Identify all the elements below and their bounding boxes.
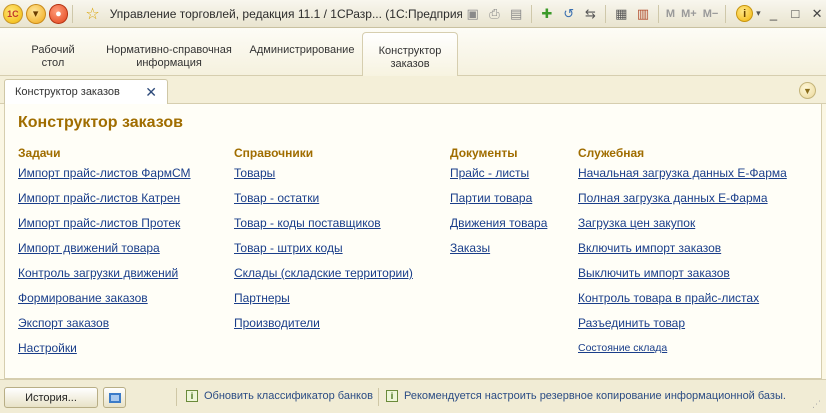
column-heading: Служебная [578,146,645,160]
section-label: Конструктор заказов [378,45,442,70]
section-administration[interactable]: Администрирование [246,32,358,57]
link-goods[interactable]: Товары [234,166,413,191]
column-heading: Справочники [234,146,314,160]
section-order-constructor[interactable]: Конструктор заказов [362,32,458,76]
calculator-icon[interactable]: ▦ [611,4,631,24]
link-disable-order-import[interactable]: Выключить импорт заказов [578,266,787,291]
windows-button[interactable] [103,387,126,408]
link-import-farmsm[interactable]: Импорт прайс-листов ФармСМ [18,166,191,191]
link-barcodes[interactable]: Товар - штрих коды [234,241,413,266]
stop-button[interactable]: ● [48,3,69,24]
link-manufacturers[interactable]: Производители [234,316,413,341]
page-title: Конструктор заказов [18,114,183,131]
link-batches[interactable]: Партии товара [450,191,547,216]
column-tasks: Задачи Импорт прайс-листов ФармСМ Импорт… [18,146,191,366]
info-icon: i [386,390,398,402]
link-warehouse-state[interactable]: Состояние склада [578,341,787,366]
save-icon[interactable]: ▣ [463,4,483,24]
section-label: Администрирование [249,44,355,56]
sections-panel: Рабочий стол Нормативно-справочная инфор… [0,28,826,76]
link-full-load[interactable]: Полная загрузка данных Е-Фарма [578,191,787,216]
tab-strip: Конструктор заказов ✕ ▼ [0,76,826,105]
collapse-panel-button[interactable]: ▼ [799,82,816,99]
link-orders[interactable]: Заказы [450,241,547,266]
caret-down-icon[interactable]: ▾ [756,8,761,19]
chevron-down-icon: ▼ [803,85,812,96]
status-message-banks[interactable]: i Обновить классификатор банков [186,390,373,402]
link-import-katren[interactable]: Импорт прайс-листов Катрен [18,191,191,216]
main-menu-button[interactable]: ▾ [25,3,46,24]
section-label: Нормативно-справочная информация [106,44,232,69]
section-desktop[interactable]: Рабочий стол [18,32,88,70]
info-icon: i [186,390,198,402]
link-settings[interactable]: Настройки [18,341,191,366]
status-message-text: Рекомендуется настроить резервное копиро… [404,390,786,402]
chevron-down-icon: ▾ [32,8,39,20]
section-label: Рабочий стол [31,44,75,69]
link-supplier-codes[interactable]: Товар - коды поставщиков [234,216,413,241]
minimize-button[interactable]: _ [765,6,783,21]
section-reference-info[interactable]: Нормативно-справочная информация [102,32,236,70]
link-import-protek[interactable]: Импорт прайс-листов Протек [18,216,191,241]
memory-button-mplus[interactable]: M+ [681,8,697,20]
history-button[interactable]: История... [4,387,98,408]
status-separator [176,388,177,406]
add-favorite-icon[interactable]: ✚ [537,4,557,24]
link-control-movements[interactable]: Контроль загрузки движений [18,266,191,291]
resize-grip-icon[interactable]: ⋰ [812,399,822,409]
link-goods-movements[interactable]: Движения товара [450,216,547,241]
1c-logo-icon[interactable]: 1С [3,3,23,24]
record-icon: ● [55,7,62,20]
link-split-goods[interactable]: Разъединить товар [578,316,787,341]
column-catalogs: Справочники Товары Товар - остатки Товар… [234,146,413,341]
status-message-backup[interactable]: i Рекомендуется настроить резервное копи… [386,390,786,402]
status-separator [378,388,379,406]
link-icon[interactable]: ⇆ [581,4,601,24]
info-icon[interactable]: i [736,5,754,22]
calendar-icon[interactable]: ▥ [633,4,653,24]
link-goods-stock[interactable]: Товар - остатки [234,191,413,216]
favorites-star-icon[interactable]: ☆ [85,4,99,24]
maximize-button[interactable]: □ [786,6,804,21]
tab-label: Конструктор заказов [15,86,120,98]
link-warehouses[interactable]: Склады (складские территории) [234,266,413,291]
close-button[interactable]: ✕ [808,6,826,22]
column-documents: Документы Прайс - листы Партии товара Дв… [450,146,547,266]
column-heading: Документы [450,146,518,160]
link-load-purchase-prices[interactable]: Загрузка цен закупок [578,216,787,241]
link-import-movements[interactable]: Импорт движений товара [18,241,191,266]
toolbar-separator [531,4,533,23]
history-icon[interactable]: ↺ [559,4,579,24]
window-title: Управление торговлей, редакция 11.1 / 1С… [109,6,462,21]
column-heading: Задачи [18,146,61,160]
main-content: Конструктор заказов Задачи Импорт прайс-… [4,104,822,379]
column-service: Служебная Начальная загрузка данных Е-Фа… [578,146,787,366]
status-bar: История... i Обновить классификатор банк… [0,379,826,413]
preview-icon[interactable]: ▤ [506,4,526,24]
toolbar-separator [725,4,727,23]
link-price-lists[interactable]: Прайс - листы [450,166,547,191]
print-icon[interactable]: ⎙ [485,4,505,24]
toolbar-separator [605,4,607,23]
memory-button-mminus[interactable]: M− [703,8,719,20]
windows-icon [108,392,121,403]
memory-button-m[interactable]: M [666,8,675,20]
link-form-orders[interactable]: Формирование заказов [18,291,191,316]
link-enable-order-import[interactable]: Включить импорт заказов [578,241,787,266]
tab-order-constructor[interactable]: Конструктор заказов ✕ [4,79,168,105]
toolbar-separator [72,4,74,23]
link-export-orders[interactable]: Экспорт заказов [18,316,191,341]
status-message-text: Обновить классификатор банков [204,390,373,402]
link-initial-load[interactable]: Начальная загрузка данных Е-Фарма [578,166,787,191]
link-partners[interactable]: Партнеры [234,291,413,316]
close-icon[interactable]: ✕ [145,84,157,101]
toolbar-separator [657,4,659,23]
link-control-goods-pricelists[interactable]: Контроль товара в прайс-листах [578,291,787,316]
title-bar: 1С ▾ ● ☆ Управление торговлей, редакция … [0,0,826,28]
